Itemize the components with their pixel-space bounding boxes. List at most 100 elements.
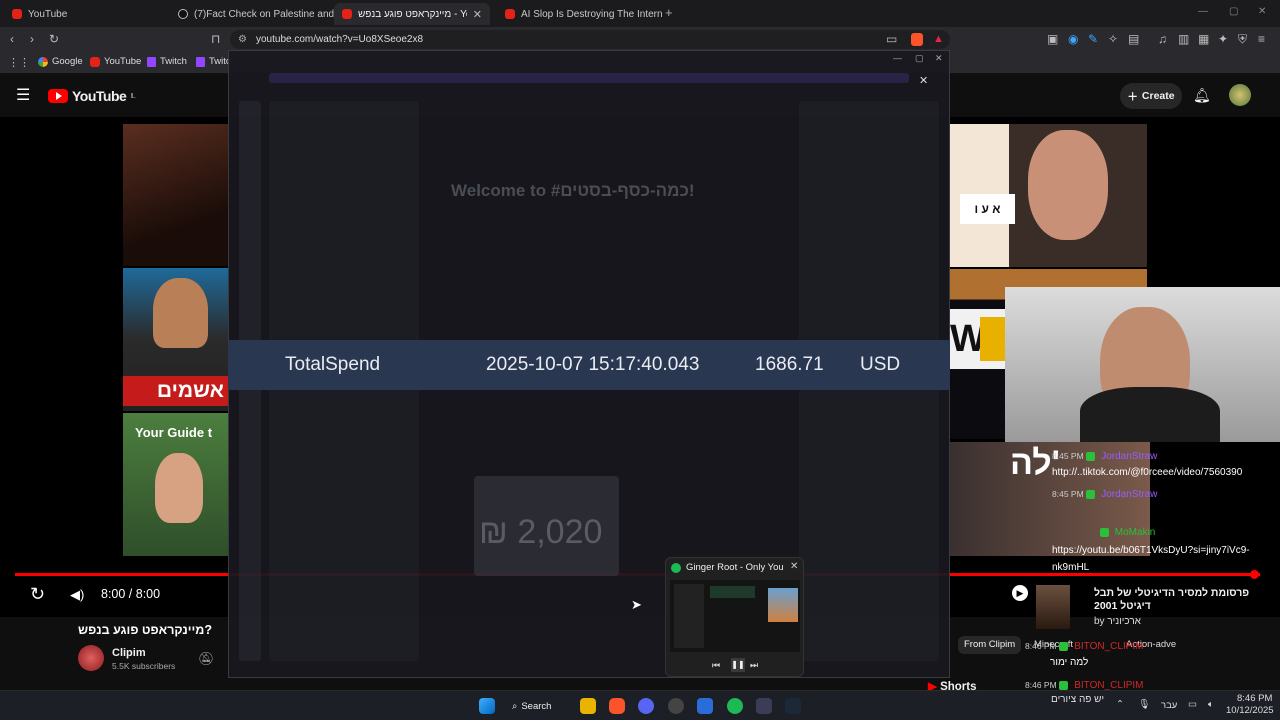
notification-off-icon[interactable]: 🔕︎ [198, 651, 215, 667]
app-icon[interactable] [697, 698, 713, 714]
recommended-video-title[interactable]: פרסומת למסיר הדיגיטלי של תבל דיגיטל 2001 [1094, 587, 1264, 613]
back-icon[interactable]: ‹ [10, 32, 14, 46]
chat-username[interactable]: MoMakin [1115, 527, 1156, 538]
cast-icon[interactable]: ▭ [886, 32, 897, 46]
reload-icon[interactable]: ↻ [49, 32, 59, 46]
tab-fact-check[interactable]: (7)Fact Check on Palestine and Far-R [170, 3, 335, 25]
streamer-shirt [1080, 387, 1220, 442]
close-window-icon[interactable]: ✕ [1258, 6, 1266, 17]
new-tab-icon[interactable]: + [665, 5, 673, 20]
moderator-badge-icon [1059, 641, 1069, 651]
moderator-badge-icon [1100, 527, 1109, 537]
pause-icon[interactable]: ❚❚ [731, 658, 745, 672]
tab-active-video[interactable]: מיינקראפט פוגע בנפש - YouTube ✕ [334, 3, 490, 25]
window-maximize-icon[interactable]: ▢ [915, 53, 924, 64]
network-icon[interactable]: ▭ [1188, 699, 1197, 710]
puzzle-icon[interactable]: ✧ [1108, 32, 1118, 46]
media-icon[interactable]: ♫ [1158, 32, 1167, 46]
hamburger-menu-icon[interactable]: ☰ [16, 85, 30, 105]
steam-icon[interactable] [785, 698, 801, 714]
volume-tray-icon[interactable]: 🔈︎ [1208, 699, 1214, 710]
bookmark-icon[interactable]: ⊓ [211, 32, 220, 46]
spotify-preview [670, 580, 800, 652]
volume-icon[interactable]: ◀) [70, 587, 84, 603]
previous-track-icon[interactable]: ⏮ [712, 660, 720, 671]
browser-tab-bar: YouTube (7)Fact Check on Palestine and F… [0, 0, 1280, 27]
file-explorer-icon[interactable] [580, 698, 596, 714]
ai-icon[interactable]: ✦ [1218, 32, 1228, 46]
tab-label: מיינקראפט פוגע בנפש - YouTube [358, 8, 467, 20]
webcam-thumbnail[interactable]: א ע ו [950, 124, 1147, 267]
bookmark-youtube[interactable]: YouTube [90, 56, 141, 67]
twitch-icon [147, 56, 156, 67]
taskbar-search[interactable]: ⌕ Search [512, 697, 551, 715]
address-bar[interactable]: ⚙ youtube.com/watch?v=Uo8XSeoe2x8 [230, 30, 950, 49]
extension-icon[interactable]: ◉ [1068, 32, 1078, 46]
brave-browser-icon[interactable] [609, 698, 625, 714]
chat-time: 8:46 PM [1025, 680, 1057, 690]
spend-label: TotalSpend [285, 354, 381, 375]
bookmark-twitch-2[interactable]: Twitc [196, 56, 231, 67]
replay-icon[interactable]: ↻ [30, 584, 45, 605]
window-close-icon[interactable]: ✕ [935, 53, 943, 64]
vpn-icon[interactable]: ⛨ [1238, 32, 1247, 47]
discord-icon[interactable] [638, 698, 654, 714]
wallet-icon[interactable]: ▦ [1198, 32, 1209, 46]
video-thumbnail[interactable]: אשמים [123, 268, 228, 411]
tray-chevron-icon[interactable]: ⌃ [1116, 699, 1124, 710]
miniplayer-icon[interactable]: ▶ [1012, 585, 1028, 601]
app-icon[interactable] [756, 698, 772, 714]
forward-icon[interactable]: › [30, 32, 34, 46]
extension-icon[interactable]: ✎ [1088, 32, 1098, 46]
tab-youtube[interactable]: YouTube [4, 3, 169, 25]
start-windows-icon[interactable] [479, 698, 495, 714]
chat-message-text[interactable]: https://youtu.be/b06T1VksDyU?si=jiny7iVc… [1052, 542, 1280, 576]
chat-message-text[interactable]: למה ימור [1050, 657, 1088, 668]
close-tab-icon[interactable]: ✕ [473, 8, 482, 21]
spotify-mini-player[interactable]: Ginger Root - Only You ✕ ⏮ ❚❚ ⏭ [665, 557, 804, 677]
window-minimize-icon[interactable]: — [893, 53, 902, 63]
clock-time[interactable]: 8:46 PM [1237, 693, 1272, 704]
extension-icon[interactable]: ▣ [1047, 32, 1058, 46]
minimize-icon[interactable]: — [1198, 6, 1208, 17]
chat-username[interactable]: JordanStraw [1101, 489, 1157, 500]
video-thumbnail[interactable] [123, 124, 228, 266]
dialog-close-icon[interactable]: ✕ [919, 74, 928, 87]
tab-ai-slop[interactable]: AI Slop Is Destroying The Internet - Y [497, 3, 662, 25]
create-button[interactable]: ＋ Create [1120, 83, 1182, 109]
maximize-icon[interactable]: ▢ [1229, 6, 1238, 17]
microphone-icon[interactable]: 🎙︎ [1138, 699, 1150, 710]
video-thumbnail[interactable]: Your Guide t [123, 413, 228, 556]
spend-currency: USD [860, 354, 901, 375]
bookmark-twitch[interactable]: Twitch [147, 56, 187, 67]
chat-username[interactable]: BITON_CLIPIM [1074, 641, 1143, 652]
app-icon[interactable] [668, 698, 684, 714]
notifications-bell-icon[interactable]: 🔔︎ [1193, 87, 1211, 104]
tray-news-text[interactable]: יש פה ציורים [1051, 694, 1104, 705]
apps-grid-icon[interactable]: ⋮⋮ [8, 56, 30, 69]
menu-icon[interactable]: ≡ [1258, 32, 1265, 46]
recommended-video-thumbnail[interactable] [1036, 585, 1070, 629]
site-info-icon[interactable]: ⚙ [238, 30, 247, 49]
webcam-overlay[interactable] [1005, 287, 1280, 442]
next-track-icon[interactable]: ⏭ [750, 660, 758, 671]
spotify-icon [671, 563, 681, 573]
extension-icon[interactable]: ▤ [1128, 32, 1139, 46]
input-language[interactable]: עבר [1161, 700, 1177, 711]
chat-message-text[interactable]: http://..tiktok.com/@f0rceee/video/75603… [1052, 467, 1242, 478]
brave-rewards-icon[interactable]: ▲ [933, 33, 944, 45]
chat-username[interactable]: JordanStraw [1101, 451, 1157, 462]
spotify-taskbar-icon[interactable] [727, 698, 743, 714]
account-avatar[interactable] [1229, 84, 1251, 106]
chip-from-clipim[interactable]: From Clipim [958, 636, 1022, 654]
youtube-logo[interactable]: YouTube IL [48, 88, 136, 104]
channel-avatar[interactable] [78, 645, 104, 671]
bookmark-label: Google [52, 56, 83, 67]
bookmark-google[interactable]: Google [38, 56, 83, 67]
close-icon[interactable]: ✕ [790, 561, 798, 572]
brave-shield-icon[interactable] [911, 33, 923, 46]
youtube-play-icon [48, 89, 68, 103]
channel-name[interactable]: Clipim [112, 647, 146, 659]
sidebar-icon[interactable]: ▥ [1178, 32, 1189, 46]
clock-date[interactable]: 10/12/2025 [1226, 705, 1274, 716]
